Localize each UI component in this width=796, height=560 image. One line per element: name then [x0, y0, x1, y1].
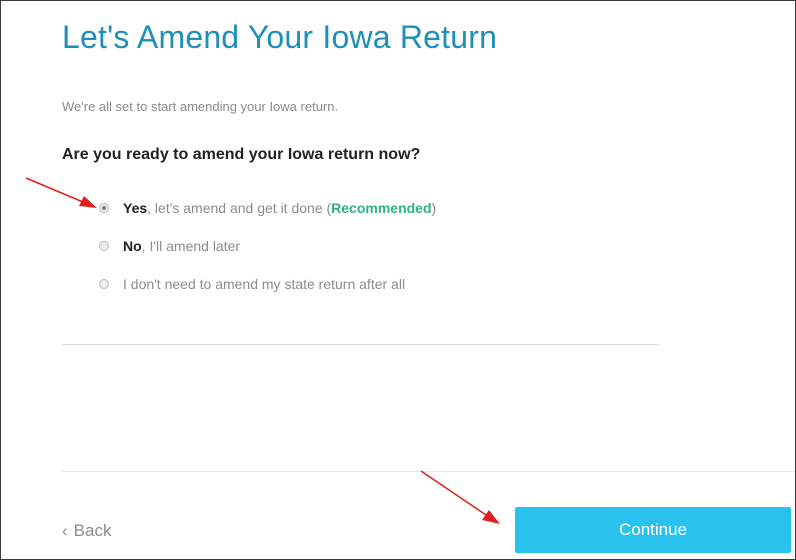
option-no-need-label: I don't need to amend my state return af…: [123, 276, 405, 292]
radio-no-need[interactable]: [99, 279, 109, 289]
content-divider: [62, 344, 659, 345]
page-frame: Let's Amend Your Iowa Return We're all s…: [0, 0, 796, 560]
page-subtitle: We're all set to start amending your Iow…: [62, 99, 339, 114]
red-arrow-to-continue: [420, 470, 500, 524]
back-label: Back: [73, 521, 112, 540]
recommended-tag: Recommended: [331, 200, 432, 216]
back-button[interactable]: ‹ Back: [62, 521, 111, 541]
continue-button[interactable]: Continue: [515, 507, 791, 553]
radio-no[interactable]: [99, 241, 109, 251]
option-yes-label: Yes, let's amend and get it done (Recomm…: [123, 200, 436, 216]
option-yes-text: , let's amend and get it done (: [147, 200, 332, 216]
page-title: Let's Amend Your Iowa Return: [62, 19, 498, 55]
chevron-left-icon: ‹: [62, 521, 68, 540]
option-no-need[interactable]: I don't need to amend my state return af…: [99, 272, 436, 296]
option-yes-strong: Yes: [123, 200, 148, 216]
amend-question: Are you ready to amend your Iowa return …: [62, 146, 421, 163]
amend-options: Yes, let's amend and get it done (Recomm…: [99, 196, 436, 310]
option-no-text: , I'll amend later: [141, 238, 241, 254]
option-no[interactable]: No, I'll amend later: [99, 234, 436, 258]
option-no-label: No, I'll amend later: [123, 238, 240, 254]
footer-divider: [62, 471, 795, 472]
option-no-strong: No: [123, 238, 142, 254]
option-yes[interactable]: Yes, let's amend and get it done (Recomm…: [99, 196, 436, 220]
option-no-need-text: I don't need to amend my state return af…: [123, 276, 406, 292]
radio-yes[interactable]: [99, 203, 109, 213]
red-arrow-to-yes: [25, 177, 97, 208]
option-yes-suffix: ): [431, 200, 437, 216]
